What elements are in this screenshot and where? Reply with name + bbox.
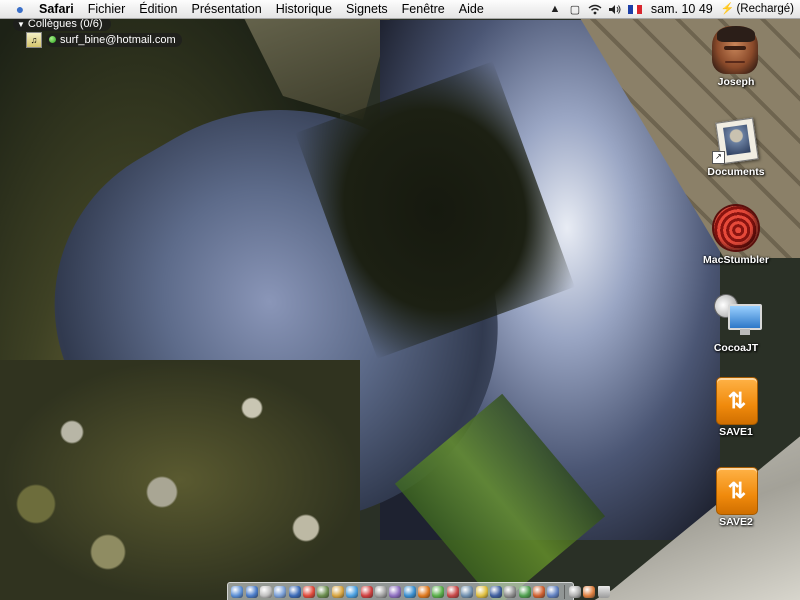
menu-fenetre[interactable]: Fenêtre bbox=[395, 0, 452, 18]
menu-app-safari[interactable]: Safari bbox=[32, 0, 81, 18]
menu-bar: ● Safari Fichier Édition Présentation Hi… bbox=[0, 0, 800, 19]
buddy-name: surf_bine@hotmail.com bbox=[60, 33, 176, 46]
buddy-name-pill[interactable]: surf_bine@hotmail.com bbox=[46, 32, 182, 47]
desktop-icon-label: SAVE1 bbox=[719, 426, 753, 438]
dock-app-icon[interactable] bbox=[331, 585, 344, 598]
alias-arrow-icon: ↗ bbox=[712, 151, 725, 164]
buddy-group-label: Collègues (0/6) bbox=[27, 18, 103, 30]
display-icon[interactable]: ▢ bbox=[565, 0, 585, 18]
dock-app-icon[interactable] bbox=[374, 585, 387, 598]
dock-app-icon[interactable] bbox=[346, 585, 359, 598]
french-flag-icon[interactable] bbox=[625, 0, 645, 18]
dock-app-icon[interactable] bbox=[446, 585, 459, 598]
apple-icon[interactable]: ● bbox=[8, 0, 32, 18]
dock-separator bbox=[563, 584, 565, 599]
dock-app-icon[interactable] bbox=[288, 585, 301, 598]
dock-app-icon[interactable] bbox=[547, 585, 560, 598]
disclosure-triangle-icon[interactable]: ▼ bbox=[17, 20, 25, 29]
desktop-icon-macstumbler[interactable]: MacStumbler bbox=[694, 204, 778, 266]
dock-app-icon[interactable] bbox=[518, 585, 531, 598]
dock-app-icon[interactable] bbox=[403, 585, 416, 598]
usb-drive-icon: ⇅ bbox=[712, 376, 760, 425]
dock-app-icon[interactable] bbox=[360, 585, 373, 598]
desktop-icon-documents[interactable]: ↗ Documents bbox=[694, 116, 778, 178]
buddy-avatar: ♫ bbox=[26, 31, 42, 48]
dock-app-icon[interactable] bbox=[259, 585, 272, 598]
menu-historique[interactable]: Historique bbox=[269, 0, 339, 18]
desktop-icon-label: SAVE2 bbox=[719, 516, 753, 528]
desktop-wallpaper bbox=[0, 0, 800, 600]
dock-app-icon[interactable] bbox=[245, 585, 258, 598]
dock-app-icon[interactable] bbox=[432, 585, 445, 598]
dock-app-icon[interactable] bbox=[389, 585, 402, 598]
dock-app-icon[interactable] bbox=[303, 585, 316, 598]
spy-icon[interactable]: ▲ bbox=[545, 0, 565, 18]
power-plug-icon: ⚡ bbox=[720, 3, 735, 15]
online-status-icon bbox=[49, 36, 56, 43]
desktop-icon-cocoajt[interactable]: CocoaJT bbox=[694, 290, 778, 354]
desktop-icon-save2[interactable]: ⇅ SAVE2 bbox=[694, 466, 778, 528]
dock-app-icon[interactable] bbox=[231, 585, 244, 598]
menu-aide[interactable]: Aide bbox=[452, 0, 491, 18]
menu-presentation[interactable]: Présentation bbox=[185, 0, 269, 18]
menu-signets[interactable]: Signets bbox=[339, 0, 395, 18]
cocoajt-icon bbox=[710, 290, 762, 340]
desktop-icon-save1[interactable]: ⇅ SAVE1 bbox=[694, 376, 778, 438]
menu-edition[interactable]: Édition bbox=[132, 0, 184, 18]
buddy-group-header[interactable]: ▼ Collègues (0/6) bbox=[13, 17, 111, 31]
dock-app-icon[interactable] bbox=[489, 585, 502, 598]
trash-icon[interactable] bbox=[597, 585, 610, 598]
dock-app-icon[interactable] bbox=[418, 585, 431, 598]
volume-icon[interactable] bbox=[605, 0, 625, 18]
menu-extras: ▲ ▢ sam. 10 49 ⚡ (Rechargé) bbox=[545, 0, 800, 18]
battery-status[interactable]: ⚡ (Rechargé) bbox=[719, 0, 800, 18]
desktop-icon-joseph[interactable]: Joseph bbox=[694, 26, 778, 88]
dock bbox=[227, 582, 610, 600]
dock-app-icon[interactable] bbox=[583, 585, 596, 598]
dock-app-icon[interactable] bbox=[461, 585, 474, 598]
dock-app-icon[interactable] bbox=[568, 585, 581, 598]
battery-status-label: (Rechargé) bbox=[736, 3, 794, 15]
dock-app-icon[interactable] bbox=[475, 585, 488, 598]
dock-app-icon[interactable] bbox=[533, 585, 546, 598]
desktop-icon-label: Joseph bbox=[717, 76, 755, 88]
menu-clock[interactable]: sam. 10 49 bbox=[645, 0, 719, 18]
buddy-row[interactable]: ♫ surf_bine@hotmail.com bbox=[26, 31, 182, 48]
person-portrait-icon bbox=[712, 26, 760, 74]
desktop-icon-label: CocoaJT bbox=[713, 342, 759, 354]
desktop-icon-label: Documents bbox=[707, 166, 765, 178]
macstumbler-icon bbox=[712, 204, 760, 252]
usb-drive-icon: ⇅ bbox=[712, 466, 760, 515]
dock-app-icon[interactable] bbox=[317, 585, 330, 598]
wifi-icon[interactable] bbox=[585, 0, 605, 18]
menu-fichier[interactable]: Fichier bbox=[81, 0, 133, 18]
documents-alias-icon: ↗ bbox=[712, 116, 760, 165]
dock-app-icon[interactable] bbox=[274, 585, 287, 598]
dock-app-icon[interactable] bbox=[504, 585, 517, 598]
desktop-icon-label: MacStumbler bbox=[703, 254, 769, 266]
